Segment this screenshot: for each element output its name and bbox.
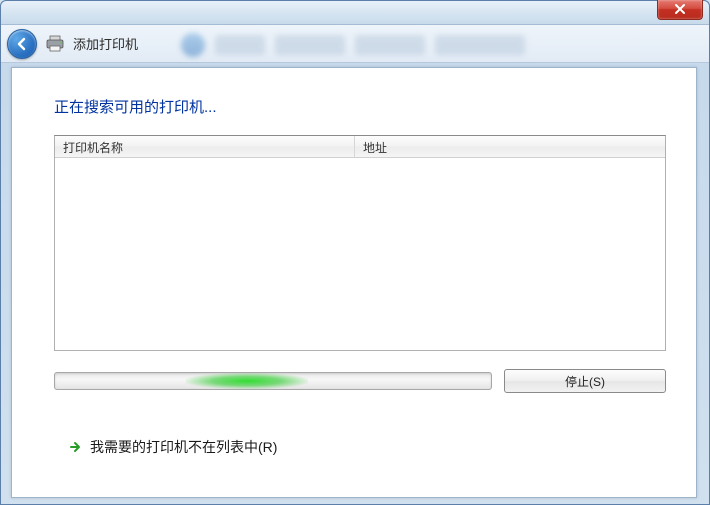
content-area: 正在搜索可用的打印机... 打印机名称 地址 停止(S) 我需要的打印机不在列表… [11,67,697,498]
close-button[interactable] [657,0,703,20]
title-bar [1,1,709,25]
printer-icon [45,35,65,53]
back-arrow-icon [14,36,30,52]
stop-button[interactable]: 停止(S) [504,369,666,393]
progress-indicator [186,373,308,389]
printer-not-listed-link[interactable]: 我需要的打印机不在列表中(R) [90,437,277,457]
dialog-window: 添加打印机 正在搜索可用的打印机... 打印机名称 地址 停止(S) [0,0,710,505]
search-progress-bar [54,372,492,390]
window-title: 添加打印机 [73,34,138,53]
column-header-address[interactable]: 地址 [355,136,665,157]
not-listed-row[interactable]: 我需要的打印机不在列表中(R) [54,437,654,457]
background-breadcrumb-blur [181,31,689,59]
printer-list[interactable]: 打印机名称 地址 [54,135,666,351]
controls-row: 停止(S) [54,369,666,393]
list-header: 打印机名称 地址 [55,136,665,158]
column-header-name[interactable]: 打印机名称 [55,136,355,157]
right-arrow-icon [68,440,82,454]
back-button[interactable] [7,29,37,59]
dialog-heading: 正在搜索可用的打印机... [54,96,654,117]
close-icon [674,3,686,15]
